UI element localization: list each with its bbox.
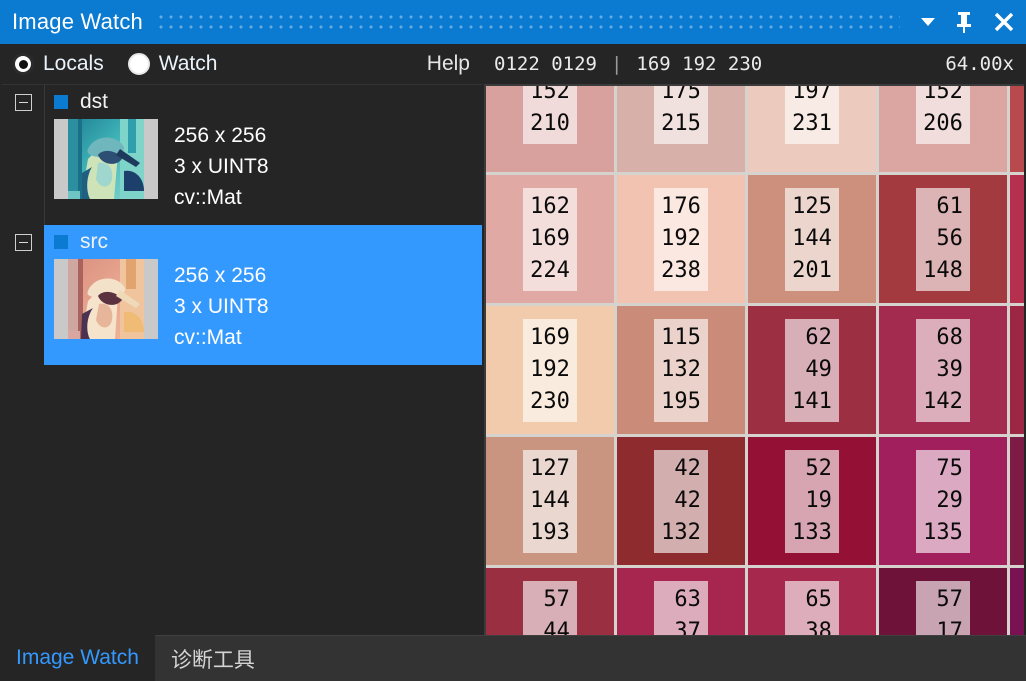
window-title: Image Watch	[12, 9, 143, 34]
pixel-cell[interactable]: 5744136	[486, 568, 614, 635]
pixel-cell[interactable]: 169 192 230	[486, 306, 614, 434]
pin-icon[interactable]	[946, 0, 982, 44]
pixel-inspector-panel: 0122 0129 | 169 192 230 64.00x 152 210 175…	[484, 44, 1024, 635]
pixel-cell[interactable]: 6536142	[1010, 306, 1024, 434]
pixel-cell[interactable]	[1010, 86, 1024, 172]
tree-node-label: dst	[80, 90, 109, 113]
help-link[interactable]: Help	[427, 52, 470, 76]
meta-format: 3 x UINT8	[174, 155, 269, 178]
pixel-value-label: 175 215	[654, 86, 708, 144]
variable-metadata-src: 256 x 256 3 x UINT8 cv::Mat	[174, 259, 269, 353]
tab-bar-filler	[270, 635, 1026, 681]
thumbnail-dst[interactable]	[54, 119, 158, 199]
meta-dimensions: 256 x 256	[174, 264, 267, 287]
radio-locals-indicator	[12, 53, 34, 75]
pixel-grid[interactable]: 152 210 175 215 197 231 152 206 162 169 224 176 192 2…	[486, 86, 1024, 635]
pixel-value-label: 152 210	[523, 86, 577, 144]
tree-node-dst[interactable]: dst 256 x 256 3 x UINT8 cv::Mat	[2, 85, 482, 225]
title-bar[interactable]: Image Watch	[0, 0, 1026, 44]
image-watch-window: Image Watch Locals Watch Help dst 256 x …	[0, 0, 1026, 681]
variable-tree[interactable]: dst 256 x 256 3 x UINT8 cv::Mat src 256 …	[2, 84, 482, 635]
tab-image-watch[interactable]: Image Watch	[0, 635, 155, 681]
pixel-grid-viewport[interactable]: 152 210 175 215 197 231 152 206 162 169 224 176 192 2…	[484, 84, 1024, 635]
mode-toolbar: Locals Watch Help	[2, 44, 482, 84]
pixel-info-bar: 0122 0129 | 169 192 230 64.00x	[484, 44, 1024, 84]
radio-watch-label: Watch	[158, 52, 218, 75]
pixel-rgb-value: 169 192 230	[636, 53, 763, 75]
pixel-cell[interactable]: 5717112	[879, 568, 1007, 635]
pixel-cell[interactable]: 62 49 141	[748, 306, 876, 434]
radio-locals[interactable]: Locals	[12, 52, 104, 76]
collapse-icon	[14, 94, 32, 111]
pixel-cell[interactable]: 175 215	[617, 86, 745, 172]
pixel-value-label: 127 144 193	[523, 449, 577, 553]
pixel-value-label: 169 192 230	[523, 318, 577, 422]
chevron-down-icon[interactable]	[910, 0, 946, 44]
pixel-value-label: 42 42 132	[654, 449, 708, 553]
bottom-tab-bar: Image Watch 诊断工具	[0, 635, 1026, 681]
tree-expander-dst[interactable]	[2, 85, 44, 119]
meta-format: 3 x UINT8	[174, 295, 269, 318]
pixel-value-label: 115 132 195	[654, 318, 708, 422]
color-swatch	[54, 235, 68, 249]
radio-watch[interactable]: Watch	[127, 52, 218, 76]
tab-diagnostic-tools[interactable]: 诊断工具	[154, 635, 271, 681]
tree-node-label: src	[80, 230, 108, 253]
meta-type: cv::Mat	[174, 186, 242, 209]
pixel-value-label: 75 29 135	[916, 449, 970, 553]
pixel-value-label: 61 56 148	[916, 187, 970, 291]
pixel-value-label: 197 231	[785, 86, 839, 144]
pixel-value-label: 6538141	[785, 580, 839, 635]
radio-watch-indicator	[127, 53, 150, 75]
pixel-value-label: 68 39 142	[916, 318, 970, 422]
pixel-cell[interactable]: 152 206	[879, 86, 1007, 172]
radio-locals-label: Locals	[43, 52, 104, 75]
info-separator: |	[610, 53, 623, 75]
pixel-cell[interactable]: 125 144 201	[748, 175, 876, 303]
pixel-cell[interactable]: 152 210	[486, 86, 614, 172]
pixel-cell[interactable]: 42 42 132	[617, 437, 745, 565]
pixel-cell[interactable]: 115 132 195	[617, 306, 745, 434]
pixel-cell[interactable]: 6616116	[1010, 568, 1024, 635]
pixel-value-label: 152 206	[916, 86, 970, 144]
pixel-cell[interactable]: 6337144	[617, 568, 745, 635]
pixel-cell[interactable]: 127 144 193	[486, 437, 614, 565]
pixel-cell[interactable]: 6622132	[1010, 437, 1024, 565]
pixel-value-label: 62 49 141	[785, 318, 839, 422]
pixel-coordinates: 0122 0129	[494, 53, 597, 75]
pixel-value-label: 125 144 201	[785, 187, 839, 291]
variables-panel: Locals Watch Help dst 256 x 256 3 x UINT…	[2, 44, 482, 635]
thumbnail-src[interactable]	[54, 259, 158, 339]
tree-expander-src[interactable]	[2, 225, 44, 259]
pixel-value-label: 162 169 224	[523, 187, 577, 291]
pixel-value-label: 6337144	[654, 580, 708, 635]
close-icon[interactable]	[982, 0, 1026, 44]
collapse-icon	[14, 234, 32, 251]
color-swatch	[54, 95, 68, 109]
tree-node-src[interactable]: src 256 x 256 3 x UINT8 cv::Mat	[2, 225, 482, 365]
pixel-cell[interactable]: 52 19 133	[748, 437, 876, 565]
pixel-cell[interactable]: 6538141	[748, 568, 876, 635]
pixel-cell[interactable]: 61 56 148	[879, 175, 1007, 303]
variable-metadata-dst: 256 x 256 3 x UINT8 cv::Mat	[174, 119, 269, 213]
zoom-level: 64.00x	[945, 53, 1014, 75]
pixel-cell[interactable]: 7344144	[1010, 175, 1024, 303]
pixel-value-label: 5717112	[916, 580, 970, 635]
pixel-cell[interactable]: 162 169 224	[486, 175, 614, 303]
pixel-cell[interactable]: 176 192 238	[617, 175, 745, 303]
pixel-cell[interactable]: 75 29 135	[879, 437, 1007, 565]
pixel-value-label: 5744136	[523, 580, 577, 635]
meta-type: cv::Mat	[174, 326, 242, 349]
meta-dimensions: 256 x 256	[174, 124, 267, 147]
pixel-value-label: 176 192 238	[654, 187, 708, 291]
drag-handle-dots[interactable]	[159, 11, 900, 33]
pixel-cell[interactable]: 197 231	[748, 86, 876, 172]
pixel-value-label: 52 19 133	[785, 449, 839, 553]
pixel-cell[interactable]: 68 39 142	[879, 306, 1007, 434]
